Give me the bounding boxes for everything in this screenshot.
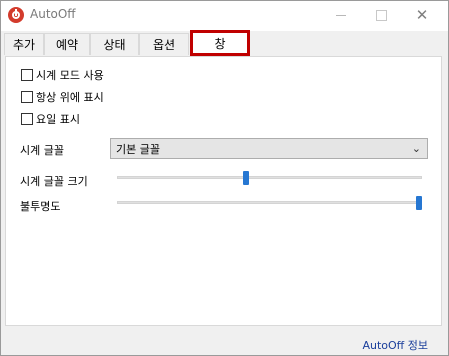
power-icon <box>8 7 24 23</box>
opacity-label: 불투명도 <box>20 200 61 213</box>
clock-font-value: 기본 글꼴 <box>116 142 160 156</box>
tab-bar: 추가 예약 상태 옵션 창 <box>2 30 447 56</box>
minimize-button[interactable] <box>323 1 359 29</box>
clock-mode-label: 시계 모드 사용 <box>36 69 104 82</box>
clock-font-select[interactable]: 기본 글꼴 ⌄ <box>110 138 428 159</box>
tab-options[interactable]: 옵션 <box>139 33 189 55</box>
window-title: AutoOff <box>30 7 76 21</box>
title-bar: AutoOff ✕ <box>1 1 448 31</box>
font-size-slider-track[interactable] <box>117 176 422 179</box>
always-on-top-option[interactable]: 항상 위에 표시 <box>21 89 104 105</box>
close-icon: ✕ <box>415 6 429 24</box>
show-weekday-label: 요일 표시 <box>36 113 80 126</box>
clock-mode-checkbox[interactable] <box>21 69 33 81</box>
show-weekday-checkbox[interactable] <box>21 113 33 125</box>
tab-schedule[interactable]: 예약 <box>44 33 90 55</box>
window-settings-panel: 시계 모드 사용 항상 위에 표시 요일 표시 시계 글꼴 기본 글꼴 ⌄ 시계… <box>5 56 442 326</box>
close-button[interactable]: ✕ <box>404 1 440 29</box>
minimize-icon <box>336 14 346 16</box>
maximize-button[interactable] <box>363 1 399 29</box>
tab-window[interactable]: 창 <box>190 30 250 56</box>
always-on-top-checkbox[interactable] <box>21 91 33 103</box>
maximize-icon <box>375 9 387 21</box>
tab-add[interactable]: 추가 <box>4 33 44 55</box>
opacity-slider-track[interactable] <box>117 201 422 204</box>
app-window: AutoOff ✕ 추가 예약 상태 옵션 창 시계 모드 사용 항상 위에 표… <box>0 0 449 356</box>
tab-status[interactable]: 상태 <box>90 33 139 55</box>
about-link[interactable]: AutoOff 정보 <box>362 337 428 353</box>
always-on-top-label: 항상 위에 표시 <box>36 91 104 104</box>
font-size-slider-thumb[interactable] <box>242 171 249 185</box>
clock-mode-option[interactable]: 시계 모드 사용 <box>21 67 104 83</box>
show-weekday-option[interactable]: 요일 표시 <box>21 111 80 127</box>
chevron-down-icon: ⌄ <box>411 142 421 155</box>
opacity-slider-thumb[interactable] <box>416 196 422 210</box>
clock-font-label: 시계 글꼴 <box>20 144 64 157</box>
font-size-label: 시계 글꼴 크기 <box>20 175 88 188</box>
